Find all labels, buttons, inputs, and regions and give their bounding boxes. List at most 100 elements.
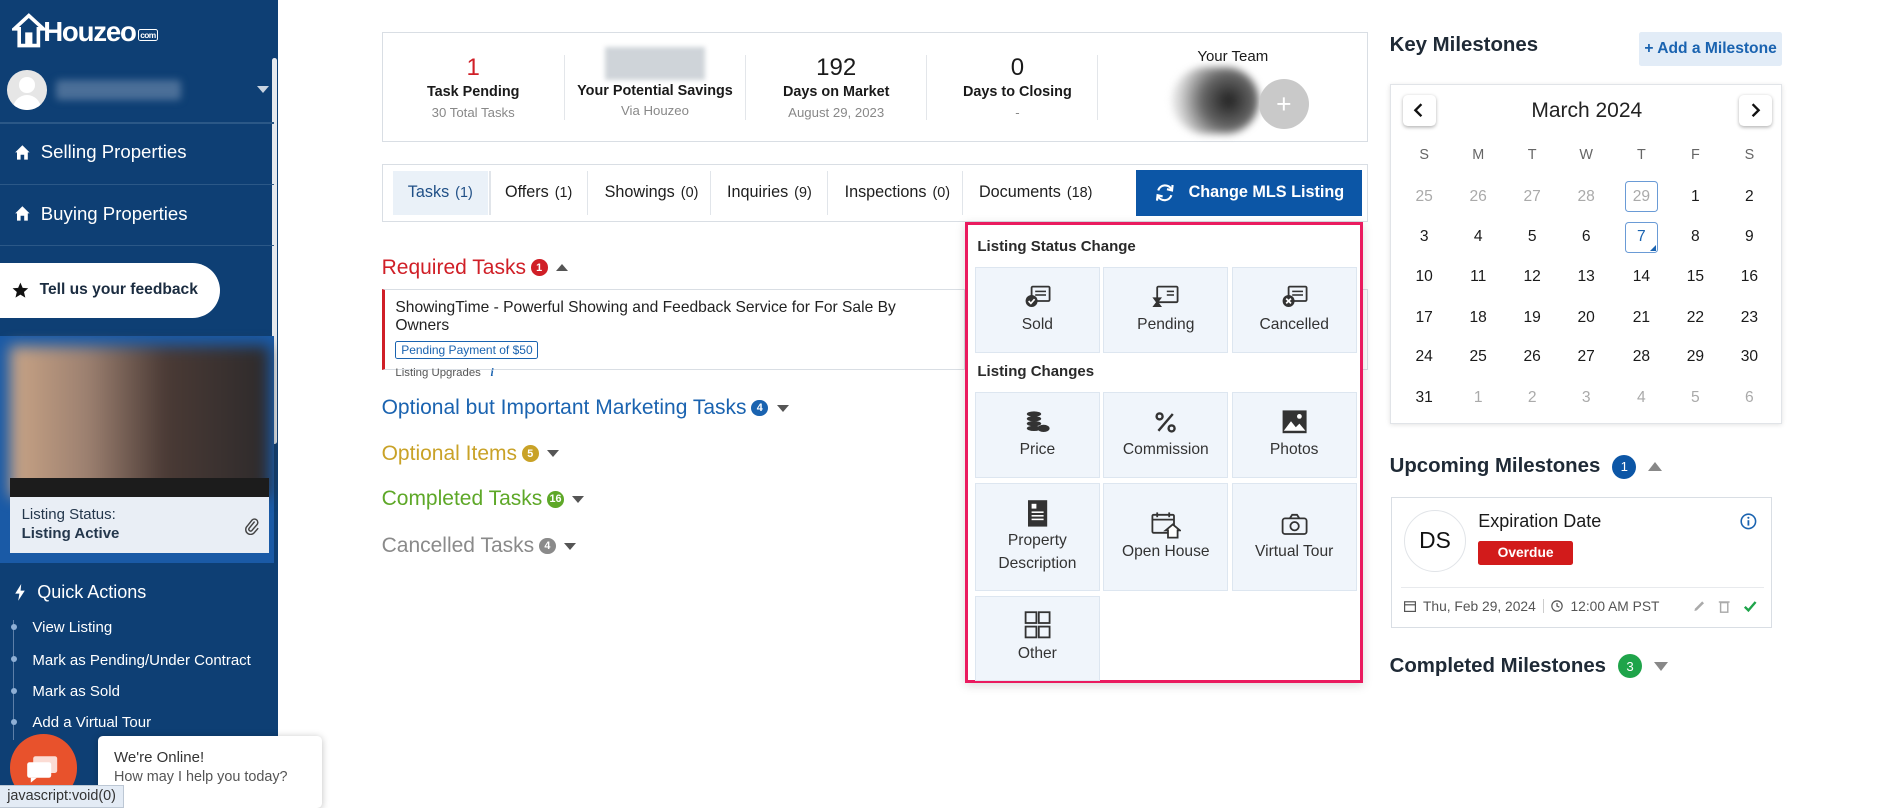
- calendar-day[interactable]: 26: [1461, 181, 1495, 212]
- calendar-day[interactable]: 27: [1569, 342, 1603, 373]
- pencil-icon[interactable]: [1692, 599, 1706, 613]
- option-commission[interactable]: Commission: [1103, 391, 1229, 479]
- calendar-day[interactable]: 19: [1515, 302, 1549, 333]
- quick-action-virtual-tour[interactable]: Add a Virtual Tour: [32, 714, 151, 731]
- calendar-day[interactable]: 26: [1515, 342, 1549, 373]
- calendar-day[interactable]: 29: [1624, 181, 1659, 213]
- calendar-day[interactable]: 12: [1515, 261, 1549, 292]
- stat-tasks[interactable]: 1 Task Pending 30 Total Tasks: [383, 33, 564, 140]
- option-label: Property Description: [998, 531, 1077, 572]
- tab-offers[interactable]: Offers (1): [491, 171, 587, 214]
- check-icon[interactable]: [1743, 599, 1757, 613]
- calendar-day[interactable]: 24: [1407, 342, 1441, 373]
- info-icon[interactable]: i: [490, 367, 493, 379]
- calendar-day[interactable]: 5: [1679, 383, 1713, 414]
- calendar-day[interactable]: 6: [1569, 222, 1603, 253]
- calendar-day[interactable]: 31: [1407, 383, 1441, 414]
- completed-tasks-header[interactable]: Completed Tasks 16: [382, 487, 585, 511]
- required-tasks-header[interactable]: Required Tasks 1: [382, 256, 568, 280]
- optional-marketing-header[interactable]: Optional but Important Marketing Tasks 4: [382, 396, 789, 420]
- calendar-day[interactable]: 22: [1679, 302, 1713, 333]
- option-pending[interactable]: Pending: [1103, 267, 1229, 354]
- chat-greeting-title: We're Online!: [113, 748, 205, 766]
- calendar-day[interactable]: 5: [1515, 222, 1549, 253]
- calendar-day[interactable]: 14: [1625, 261, 1659, 292]
- calendar-day[interactable]: 3: [1407, 222, 1441, 253]
- option-other[interactable]: Other: [974, 595, 1100, 681]
- calendar-day[interactable]: 9: [1733, 222, 1767, 253]
- tab-inquiries[interactable]: Inquiries (9): [713, 171, 827, 214]
- option-cancelled[interactable]: Cancelled: [1231, 267, 1357, 354]
- sidebar-item-selling[interactable]: Selling Properties: [0, 122, 274, 182]
- tab-tasks[interactable]: Tasks (1): [393, 171, 489, 215]
- calendar-day[interactable]: 8: [1679, 222, 1713, 253]
- option-open-house[interactable]: Open House: [1103, 483, 1229, 591]
- calendar-day[interactable]: 28: [1625, 342, 1659, 373]
- cancelled-tasks-header[interactable]: Cancelled Tasks 4: [382, 534, 577, 558]
- quick-action-mark-pending[interactable]: Mark as Pending/Under Contract: [32, 652, 250, 669]
- calendar-day[interactable]: 30: [1733, 342, 1767, 373]
- browser-status-url: javascript:void(0): [0, 784, 125, 808]
- calendar-day[interactable]: 21: [1625, 302, 1659, 333]
- grid-icon: [1024, 611, 1051, 639]
- user-menu[interactable]: [7, 70, 269, 111]
- calendar-day-number: 4: [1473, 228, 1483, 246]
- upcoming-milestones-header[interactable]: Upcoming Milestones 1: [1390, 454, 1663, 479]
- stat-savings[interactable]: Your Potential Savings Via Houzeo: [565, 33, 745, 140]
- calendar-day[interactable]: 29: [1679, 342, 1713, 373]
- tab-inspections[interactable]: Inspections (0): [830, 171, 964, 214]
- stat-closing-value: 0: [1010, 53, 1025, 81]
- calendar-day[interactable]: 4: [1625, 383, 1659, 414]
- feedback-button[interactable]: Tell us your feedback: [0, 262, 220, 318]
- calendar-day[interactable]: 25: [1407, 181, 1441, 212]
- milestone-card[interactable]: DS Expiration Date Overdue Thu, Feb 29, …: [1390, 496, 1773, 628]
- calendar-day[interactable]: 1: [1679, 181, 1713, 212]
- calendar-day[interactable]: 18: [1461, 302, 1495, 333]
- option-property-description[interactable]: Property Description: [974, 483, 1100, 591]
- trash-icon[interactable]: [1717, 599, 1731, 613]
- calendar-day[interactable]: 4: [1461, 222, 1495, 253]
- add-milestone-button[interactable]: + Add a Milestone: [1639, 32, 1782, 66]
- add-team-member-button[interactable]: +: [1258, 78, 1309, 130]
- option-photos[interactable]: Photos: [1231, 391, 1357, 479]
- calendar-day[interactable]: 25: [1461, 342, 1495, 373]
- calendar-day[interactable]: 16: [1733, 261, 1767, 292]
- calendar-day[interactable]: 2: [1733, 181, 1767, 212]
- next-month-button[interactable]: [1738, 94, 1773, 126]
- stat-savings-sub: Via Houzeo: [621, 103, 689, 119]
- tab-showings[interactable]: Showings (0): [590, 171, 713, 214]
- option-price[interactable]: Price: [974, 391, 1100, 479]
- calendar-day[interactable]: 20: [1569, 302, 1603, 333]
- tab-documents[interactable]: Documents (18): [965, 171, 1107, 214]
- listing-card[interactable]: Listing Status: Listing Active: [0, 336, 274, 563]
- info-icon[interactable]: [1740, 513, 1757, 530]
- sidebar-item-label: Selling Properties: [40, 141, 187, 163]
- section-count-badge: 5: [521, 445, 539, 462]
- chat-greeting[interactable]: We're Online! How may I help you today?: [98, 735, 322, 808]
- chevron-up-icon: [555, 264, 568, 272]
- task-card[interactable]: ShowingTime - Powerful Showing and Feedb…: [381, 289, 965, 379]
- paperclip-icon[interactable]: [244, 518, 259, 536]
- calendar-day[interactable]: 17: [1407, 302, 1441, 333]
- calendar-day[interactable]: 13: [1569, 261, 1603, 292]
- option-virtual-tour[interactable]: Virtual Tour: [1231, 483, 1357, 591]
- calendar-day[interactable]: 28: [1569, 181, 1603, 212]
- calendar-day[interactable]: 1: [1461, 383, 1495, 414]
- calendar-day[interactable]: 23: [1733, 302, 1767, 333]
- optional-items-header[interactable]: Optional Items 5: [382, 442, 559, 466]
- calendar-day[interactable]: 15: [1679, 261, 1713, 292]
- option-sold[interactable]: Sold: [974, 267, 1100, 354]
- calendar-day[interactable]: 27: [1515, 181, 1549, 212]
- quick-action-mark-sold[interactable]: Mark as Sold: [32, 683, 120, 700]
- change-mls-listing-button[interactable]: Change MLS Listing: [1136, 170, 1362, 216]
- quick-action-view-listing[interactable]: View Listing: [32, 619, 112, 636]
- houzeo-logo[interactable]: Houzeo com: [12, 7, 158, 48]
- calendar-day[interactable]: 6: [1733, 383, 1767, 414]
- calendar-day[interactable]: 2: [1515, 383, 1549, 414]
- calendar-day[interactable]: 10: [1407, 261, 1441, 292]
- calendar-day[interactable]: 11: [1461, 261, 1495, 292]
- calendar-day[interactable]: 3: [1569, 383, 1603, 414]
- sidebar-item-buying[interactable]: Buying Properties: [0, 184, 274, 244]
- completed-milestones-header[interactable]: Completed Milestones 3: [1390, 654, 1668, 678]
- calendar-day[interactable]: 7: [1624, 221, 1659, 253]
